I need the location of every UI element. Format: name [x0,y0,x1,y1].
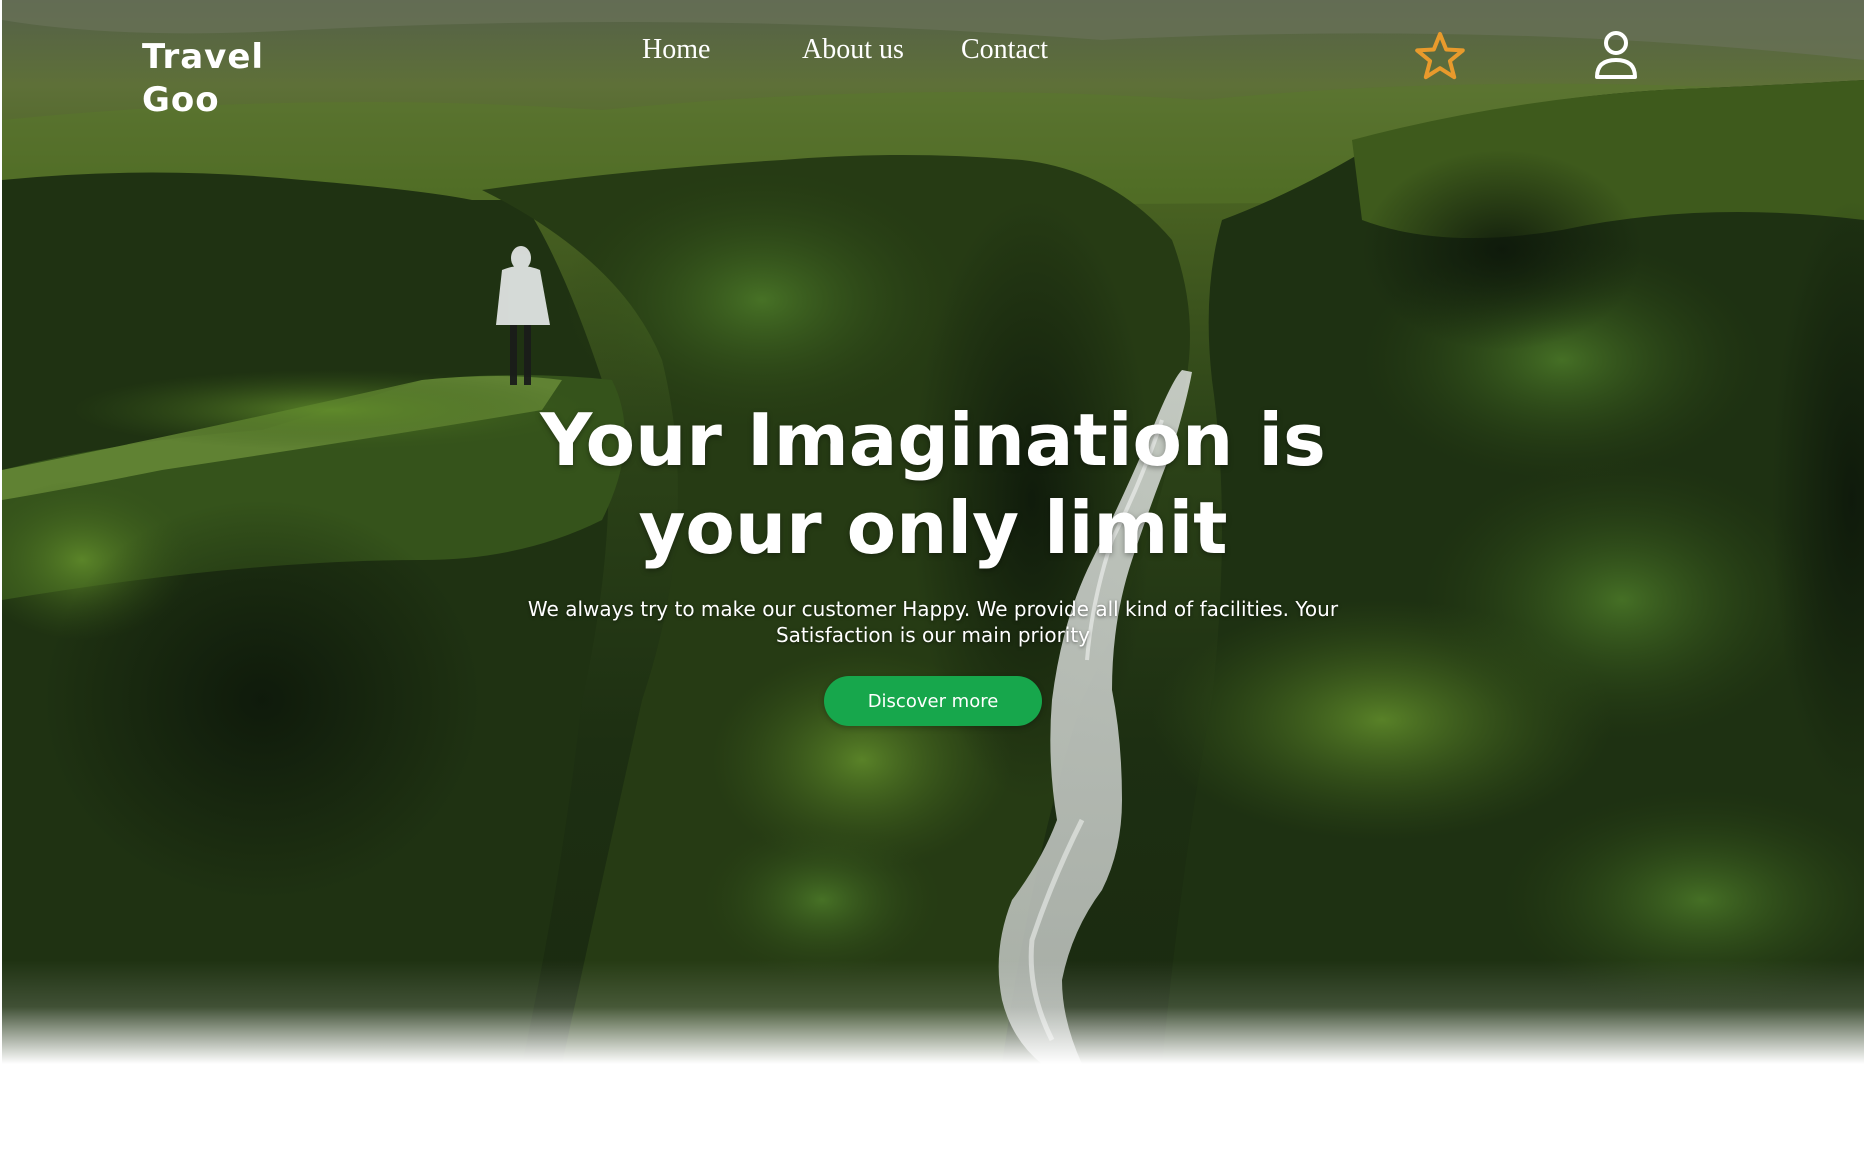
star-icon [1415,32,1465,80]
user-icon [1595,31,1637,79]
nav-home-link[interactable]: Home [642,34,710,66]
hero-headline-line-1: Your Imagination is [540,398,1326,482]
nav-about-link[interactable]: About us [802,34,904,66]
hero-headline-line-2: your only limit [638,486,1228,570]
nav-contact-link[interactable]: Contact [961,34,1048,66]
hero-headline: Your Imagination is your only limit [340,396,1526,572]
main-nav: Home About us Contact [0,34,1866,74]
account-button[interactable] [1592,30,1640,82]
hero-subtext: We always try to make our customer Happy… [527,597,1339,647]
landing-page: Travel Goo Home About us Contact Your Im… [0,0,1866,1164]
favorites-button[interactable] [1412,30,1468,84]
brand-line-2: Goo [142,80,220,120]
discover-more-button[interactable]: Discover more [824,676,1042,726]
